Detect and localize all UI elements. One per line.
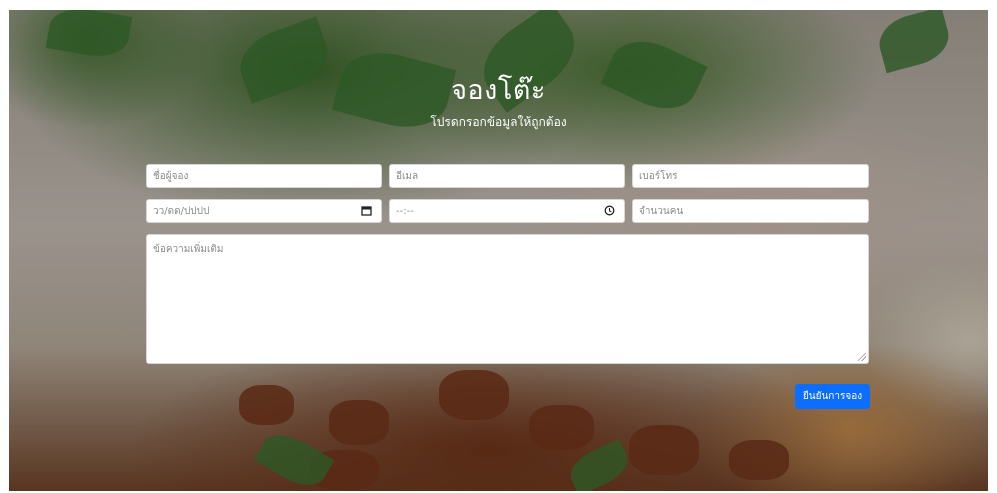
email-placeholder: อีเมล [396, 170, 419, 182]
calendar-icon[interactable] [361, 205, 372, 220]
time-placeholder: --:-- [396, 205, 414, 217]
clock-icon[interactable] [604, 205, 615, 220]
time-field[interactable]: --:-- [389, 199, 625, 223]
resize-handle-icon[interactable] [858, 353, 866, 361]
name-placeholder: ชื่อผู้จอง [153, 170, 189, 182]
date-placeholder: วว/ดด/ปปปป [153, 205, 210, 217]
guests-placeholder: จำนวนคน [639, 205, 684, 217]
submit-booking-button[interactable]: ยืนยันการจอง [795, 384, 870, 409]
name-field[interactable]: ชื่อผู้จอง [146, 164, 382, 188]
phone-placeholder: เบอร์โทร [639, 170, 678, 182]
phone-field[interactable]: เบอร์โทร [632, 164, 869, 188]
page-header: จองโต๊ะ โปรดกรอกข้อมูลให้ถูกต้อง [0, 76, 997, 132]
message-textarea[interactable]: ข้อความเพิ่มเติม [146, 234, 869, 364]
guests-field[interactable]: จำนวนคน [632, 199, 869, 223]
email-field[interactable]: อีเมล [389, 164, 625, 188]
message-placeholder: ข้อความเพิ่มเติม [153, 244, 224, 255]
page-subtitle: โปรดกรอกข้อมูลให้ถูกต้อง [430, 115, 567, 129]
date-field[interactable]: วว/ดด/ปปปป [146, 199, 382, 223]
page-title: จองโต๊ะ [451, 75, 546, 106]
